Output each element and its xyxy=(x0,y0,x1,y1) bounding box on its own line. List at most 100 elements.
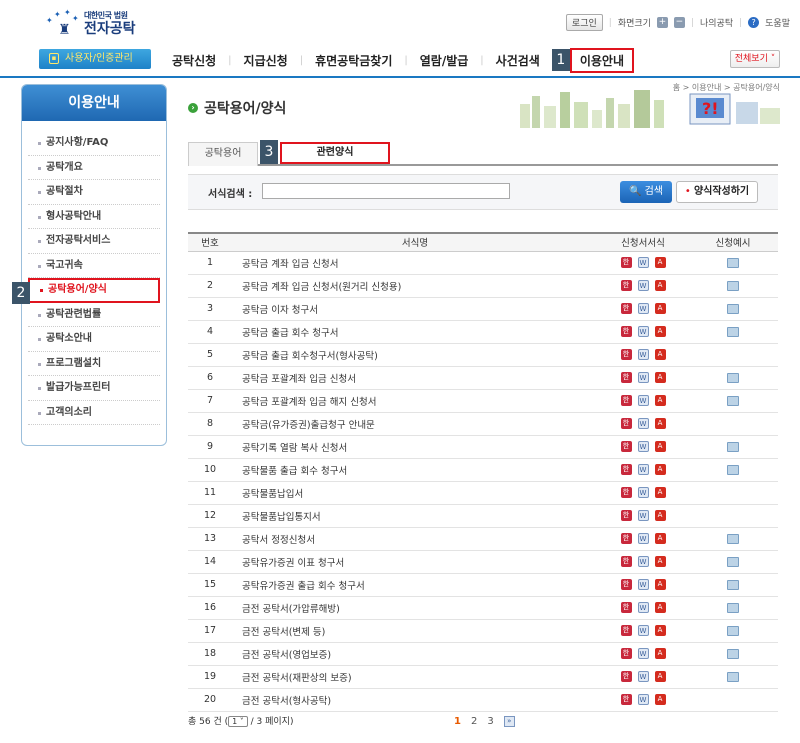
example-file-icon[interactable] xyxy=(727,556,739,567)
page-select[interactable]: 1 ˅ xyxy=(228,716,248,727)
pdf-file-icon[interactable]: A xyxy=(654,326,666,337)
word-file-icon[interactable]: W xyxy=(637,326,649,337)
word-file-icon[interactable]: W xyxy=(637,280,649,291)
example-file-icon[interactable] xyxy=(727,602,739,613)
sidebar-item-criminal-deposit[interactable]: 형사공탁안내 xyxy=(28,205,160,229)
all-view-button[interactable]: 전체보기 ˅ xyxy=(730,50,780,68)
write-form-button[interactable]: • 양식작성하기 xyxy=(676,181,758,203)
tab-terms[interactable]: 공탁용어 xyxy=(188,142,258,166)
login-button[interactable]: 로그인 xyxy=(565,14,603,31)
sidebar-item-procedure[interactable]: 공탁절차 xyxy=(28,180,160,205)
word-file-icon[interactable]: W xyxy=(637,487,649,498)
pdf-file-icon[interactable]: A xyxy=(654,671,666,682)
search-button[interactable]: 🔍 검색 xyxy=(620,181,672,203)
pdf-file-icon[interactable]: A xyxy=(654,648,666,659)
sidebar-item-terms-forms[interactable]: 공탁용어/양식 xyxy=(28,278,160,303)
pdf-file-icon[interactable]: A xyxy=(654,510,666,521)
nav-item-payment-apply[interactable]: 지급신청 xyxy=(232,52,300,69)
word-file-icon[interactable]: W xyxy=(637,464,649,475)
form-name[interactable]: 공탁기록 열람 복사 신청서 xyxy=(232,435,598,459)
word-file-icon[interactable]: W xyxy=(637,418,649,429)
pdf-file-icon[interactable]: A xyxy=(654,602,666,613)
sidebar-item-customer-voice[interactable]: 고객의소리 xyxy=(28,401,160,425)
pdf-file-icon[interactable]: A xyxy=(654,694,666,705)
form-name[interactable]: 금전 공탁서(영업보증) xyxy=(232,642,598,666)
word-file-icon[interactable]: W xyxy=(637,694,649,705)
hwp-file-icon[interactable]: 한 xyxy=(620,441,632,452)
example-file-icon[interactable] xyxy=(727,303,739,314)
word-file-icon[interactable]: W xyxy=(637,510,649,521)
word-file-icon[interactable]: W xyxy=(637,671,649,682)
hwp-file-icon[interactable]: 한 xyxy=(620,257,632,268)
example-file-icon[interactable] xyxy=(727,533,739,544)
hwp-file-icon[interactable]: 한 xyxy=(620,349,632,360)
hwp-file-icon[interactable]: 한 xyxy=(620,671,632,682)
hwp-file-icon[interactable]: 한 xyxy=(620,648,632,659)
example-file-icon[interactable] xyxy=(727,671,739,682)
example-file-icon[interactable] xyxy=(727,326,739,337)
tab-related-forms[interactable]: 관련양식 xyxy=(280,142,390,164)
example-file-icon[interactable] xyxy=(727,372,739,383)
form-name[interactable]: 금전 공탁서(형사공탁) xyxy=(232,688,598,712)
hwp-file-icon[interactable]: 한 xyxy=(620,303,632,314)
word-file-icon[interactable]: W xyxy=(637,372,649,383)
example-file-icon[interactable] xyxy=(727,395,739,406)
pdf-file-icon[interactable]: A xyxy=(654,556,666,567)
word-file-icon[interactable]: W xyxy=(637,648,649,659)
hwp-file-icon[interactable]: 한 xyxy=(620,602,632,613)
my-deposit-link[interactable]: 나의공탁 xyxy=(700,16,733,29)
pdf-file-icon[interactable]: A xyxy=(654,395,666,406)
word-file-icon[interactable]: W xyxy=(637,349,649,360)
word-file-icon[interactable]: W xyxy=(637,579,649,590)
pdf-file-icon[interactable]: A xyxy=(654,257,666,268)
form-name[interactable]: 공탁서 정정신청서 xyxy=(232,527,598,551)
hwp-file-icon[interactable]: 한 xyxy=(620,694,632,705)
example-file-icon[interactable] xyxy=(727,579,739,590)
hwp-file-icon[interactable]: 한 xyxy=(620,280,632,291)
hwp-file-icon[interactable]: 한 xyxy=(620,487,632,498)
pdf-file-icon[interactable]: A xyxy=(654,464,666,475)
pdf-file-icon[interactable]: A xyxy=(654,418,666,429)
search-input[interactable] xyxy=(262,183,510,199)
word-file-icon[interactable]: W xyxy=(637,602,649,613)
hwp-file-icon[interactable]: 한 xyxy=(620,556,632,567)
hwp-file-icon[interactable]: 한 xyxy=(620,464,632,475)
form-name[interactable]: 금전 공탁서(변제 등) xyxy=(232,619,598,643)
sidebar-item-laws[interactable]: 공탁관련법률 xyxy=(28,303,160,327)
form-name[interactable]: 공탁물품 출급 회수 청구서 xyxy=(232,458,598,482)
word-file-icon[interactable]: W xyxy=(637,625,649,636)
form-name[interactable]: 공탁금 계좌 입금 신청서 xyxy=(232,251,598,275)
example-file-icon[interactable] xyxy=(727,648,739,659)
nav-item-view-issue[interactable]: 열람/발급 xyxy=(408,52,481,69)
form-name[interactable]: 공탁금 출급 회수 청구서 xyxy=(232,320,598,344)
sidebar-item-program-install[interactable]: 프로그램설치 xyxy=(28,352,160,376)
help-icon[interactable]: ? xyxy=(748,17,760,28)
word-file-icon[interactable]: W xyxy=(637,533,649,544)
form-name[interactable]: 금전 공탁서(재판상의 보증) xyxy=(232,665,598,689)
page-2[interactable]: 2 xyxy=(471,716,477,727)
sidebar-item-printers[interactable]: 발급가능프린터 xyxy=(28,376,160,401)
form-name[interactable]: 공탁물품납입통지서 xyxy=(232,504,598,528)
hwp-file-icon[interactable]: 한 xyxy=(620,418,632,429)
form-name[interactable]: 공탁금(유가증권)출급청구 안내문 xyxy=(232,412,598,436)
form-name[interactable]: 공탁유가증권 이표 청구서 xyxy=(232,550,598,574)
word-file-icon[interactable]: W xyxy=(637,257,649,268)
pdf-file-icon[interactable]: A xyxy=(654,280,666,291)
sidebar-item-overview[interactable]: 공탁개요 xyxy=(28,156,160,180)
nav-item-dormant-search[interactable]: 휴면공탁금찾기 xyxy=(303,52,404,69)
pdf-file-icon[interactable]: A xyxy=(654,303,666,314)
zoom-in-icon[interactable]: + xyxy=(656,17,668,28)
hwp-file-icon[interactable]: 한 xyxy=(620,533,632,544)
form-name[interactable]: 공탁물품납입서 xyxy=(232,481,598,505)
form-name[interactable]: 공탁금 계좌 입금 신청서(원거리 신청용) xyxy=(232,274,598,298)
nav-item-usage-guide[interactable]: 이용안내 xyxy=(569,47,635,73)
sidebar-item-national-treasury[interactable]: 국고귀속 xyxy=(28,254,160,278)
word-file-icon[interactable]: W xyxy=(637,441,649,452)
example-file-icon[interactable] xyxy=(727,625,739,636)
next-page-icon[interactable]: » xyxy=(503,716,515,727)
zoom-out-icon[interactable]: − xyxy=(673,17,685,28)
hwp-file-icon[interactable]: 한 xyxy=(620,625,632,636)
pdf-file-icon[interactable]: A xyxy=(654,625,666,636)
hwp-file-icon[interactable]: 한 xyxy=(620,395,632,406)
sidebar-item-office-info[interactable]: 공탁소안내 xyxy=(28,327,160,352)
